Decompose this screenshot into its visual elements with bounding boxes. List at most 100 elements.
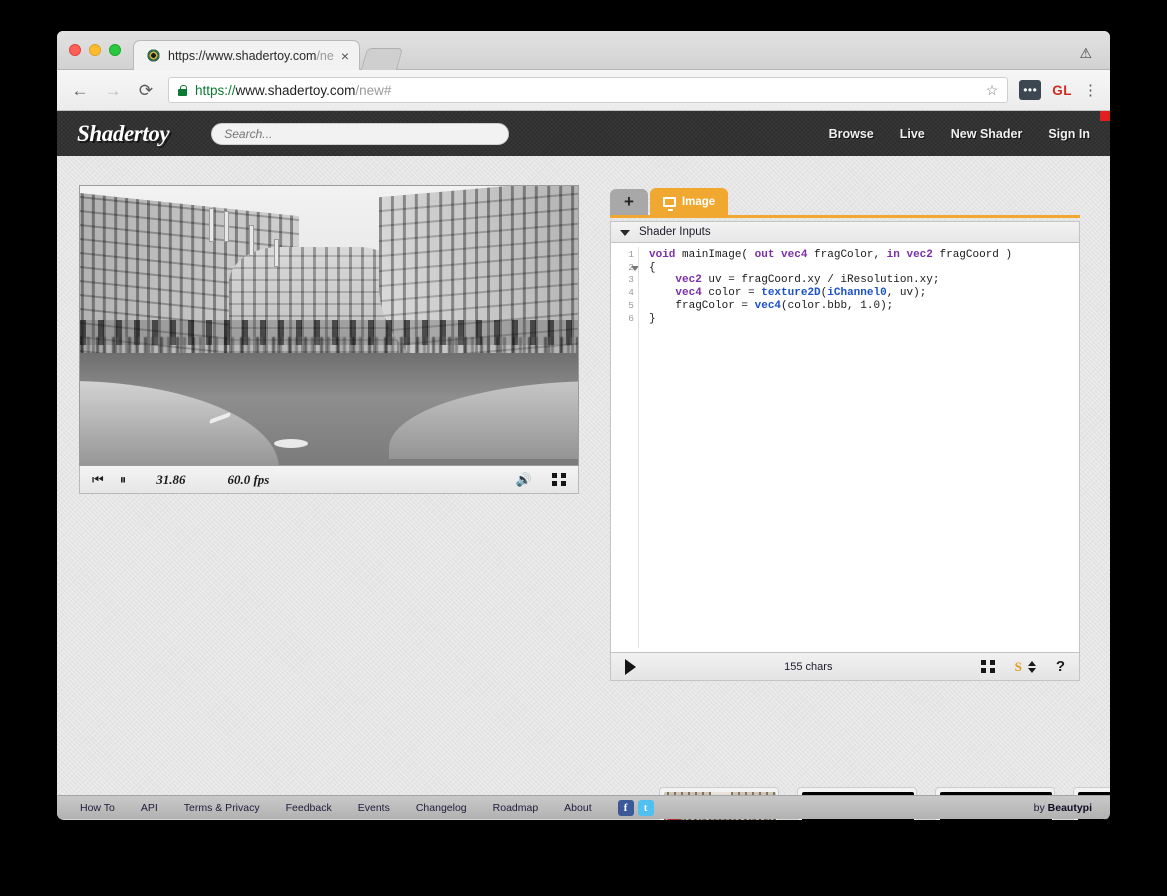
code-line: vec2 uv = fragCoord.xy / iResolution.xy; [675,274,940,287]
nav-link-new-shader[interactable]: New Shader [951,127,1023,141]
player-right-controls: 🔊 [516,473,566,486]
url-path: /new# [355,82,392,98]
footer-link-changelog[interactable]: Changelog [416,802,467,814]
tab-title-main: https://www.shadertoy.com [168,48,317,63]
chevron-down-icon[interactable] [620,230,630,236]
footer-link-api[interactable]: API [141,802,158,814]
volume-icon[interactable]: 🔊 [516,473,532,486]
tab-image[interactable]: Image [649,188,729,215]
back-button[interactable]: ← [69,82,91,99]
line-number: 4 [628,287,634,299]
browser-tab[interactable]: https://www.shadertoy.com/ne × [133,40,361,70]
footer-links: How To API Terms & Privacy Feedback Even… [80,802,592,814]
stepper-icon[interactable] [1027,660,1036,673]
tab-close-icon[interactable]: × [341,49,349,63]
player-controls-bar: ⏮ ⏸ 31.86 60.0 fps 🔊 [79,466,579,494]
reload-button[interactable]: ⟳ [135,82,157,99]
browser-tab-title: https://www.shadertoy.com/ne [168,49,334,63]
bookmark-star-icon[interactable]: ☆ [986,82,999,99]
extension-icon[interactable]: ••• [1019,80,1042,100]
footer-link-events[interactable]: Events [358,802,390,814]
fullscreen-icon[interactable] [980,660,995,673]
line-number: 3 [628,274,634,286]
url-scheme: https:// [195,82,236,98]
footer-link-feedback[interactable]: Feedback [286,802,332,814]
code-content[interactable]: void mainImage( out vec4 fragColor, in v… [639,243,1079,652]
code-line: vec4 color = texture2D(iChannel0, uv); [675,287,927,300]
gl-badge-icon[interactable]: GL [1052,83,1072,98]
facebook-icon[interactable]: f [617,799,634,816]
window-close-button[interactable] [69,44,81,56]
new-tab-button[interactable] [360,48,404,70]
code-line: void mainImage( out vec4 fragColor, in v… [649,249,1013,261]
font-size-label[interactable]: S [1015,659,1022,675]
footer-link-about[interactable]: About [564,802,591,814]
corner-flag-icon [1100,111,1110,121]
credit-name: Beautypi [1047,801,1092,814]
editor-column: + Image Shader Inputs 123456 void mainIm… [610,185,1080,681]
address-bar-url: https://www.shadertoy.com/new# [195,83,391,98]
editor-footer-right: S ? [980,658,1065,675]
preview-chimney [274,239,280,267]
tab-image-label: Image [681,195,716,208]
help-icon[interactable]: ? [1056,658,1065,675]
window-warning-icon: ⚠ [1079,45,1092,61]
shader-tabs: + Image [610,185,1080,215]
twitter-icon[interactable]: t [637,799,654,816]
nav-link-browse[interactable]: Browse [829,127,874,141]
url-host: www.shadertoy.com [235,82,356,98]
shadertoy-page: Shadertoy Browse Live New Shader Sign In [57,111,1110,820]
forward-button[interactable]: → [102,82,124,99]
shadertoy-eye-icon [146,48,161,63]
play-icon[interactable] [625,658,636,675]
code-editor[interactable]: 123456 void mainImage( out vec4 fragColo… [610,243,1080,653]
window-minimize-button[interactable] [89,44,101,56]
code-line: { [649,261,656,274]
code-line: } [649,312,656,325]
social-links: f t [617,799,654,816]
editor-footer: 155 chars S ? [610,653,1080,681]
fps-counter: 60.0 fps [227,471,270,487]
nav-link-live[interactable]: Live [900,127,925,141]
line-number: 6 [628,312,634,324]
preview-chimney [249,225,255,256]
search-input[interactable] [211,122,510,145]
shader-preview-canvas[interactable] [79,185,579,466]
line-number: 5 [628,299,634,311]
address-bar[interactable]: https://www.shadertoy.com/new# ☆ [168,77,1009,103]
tab-strip: https://www.shadertoy.com/ne × [133,38,404,70]
site-footer: How To API Terms & Privacy Feedback Even… [57,795,1110,819]
shader-inputs-header[interactable]: Shader Inputs [610,221,1080,243]
preview-chimney [224,211,230,242]
tab-underline [610,215,1080,218]
monitor-icon [662,196,676,211]
footer-credit: by Beautypi [1034,802,1092,814]
chrome-menu-icon[interactable]: ⋮ [1083,83,1098,98]
preview-chimney [209,208,215,242]
code-line: fragColor = vec4(color.bbb, 1.0); [649,299,894,312]
window-maximize-button[interactable] [109,44,121,56]
line-number-gutter: 123456 [611,243,639,652]
playback-time: 31.86 [156,471,186,487]
footer-link-terms[interactable]: Terms & Privacy [184,802,260,814]
add-pass-tab[interactable]: + [610,189,648,215]
line-number: 1 [628,249,634,260]
lock-icon [178,84,187,96]
footer-link-roadmap[interactable]: Roadmap [493,802,539,814]
preview-pane: ⏮ ⏸ 31.86 60.0 fps 🔊 [79,185,579,494]
thumb-crowd [664,819,776,820]
rewind-icon[interactable]: ⏮ [92,473,104,486]
browser-toolbar: ← → ⟳ https://www.shadertoy.com/new# ☆ •… [57,70,1110,111]
footer-link-how-to[interactable]: How To [80,802,115,814]
shadertoy-logo[interactable]: Shadertoy [77,121,170,147]
shader-inputs-label: Shader Inputs [639,226,711,238]
browser-window: https://www.shadertoy.com/ne × ⚠ ← → ⟳ h… [57,31,1110,820]
fullscreen-icon[interactable] [552,473,566,486]
tab-title-dim: /ne [316,48,334,63]
char-count-label: 155 chars [784,660,833,673]
site-nav: Browse Live New Shader Sign In [829,127,1090,141]
credit-prefix: by [1033,801,1048,814]
nav-link-sign-in[interactable]: Sign In [1048,127,1090,141]
fold-arrow-icon[interactable] [631,265,639,271]
pause-icon[interactable]: ⏸ [120,473,127,486]
